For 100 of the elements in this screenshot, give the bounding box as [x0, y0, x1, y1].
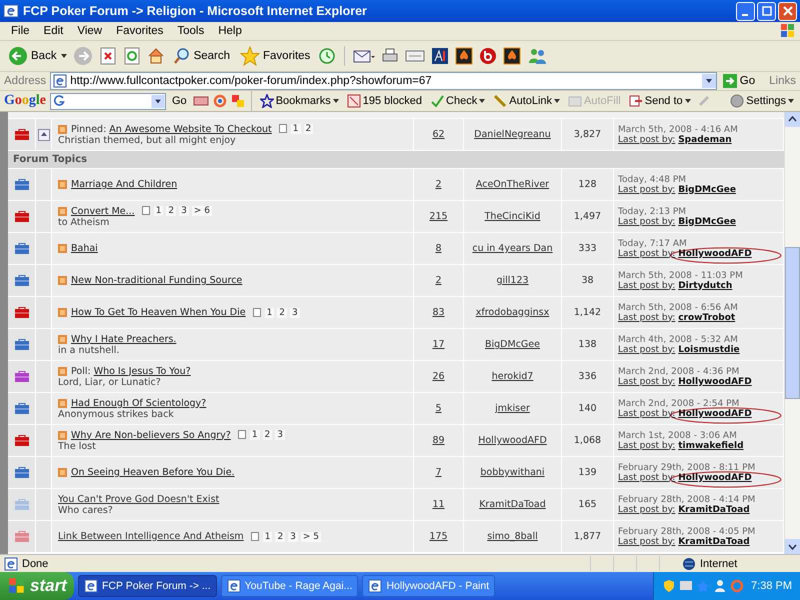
last-poster-link[interactable]: Spademan: [678, 134, 732, 144]
last-poster-link[interactable]: timwakefield: [678, 440, 744, 450]
page-link[interactable]: 1: [264, 308, 274, 318]
send-to-button[interactable]: Send to: [626, 94, 693, 108]
thread-title-link[interactable]: Who Is Jesus To You?: [94, 366, 191, 376]
page-link[interactable]: 3: [179, 206, 189, 216]
page-link[interactable]: 1: [262, 532, 272, 542]
favorites-button[interactable]: Favorites: [238, 46, 312, 66]
settings-button[interactable]: Settings: [728, 94, 796, 108]
page-link[interactable]: 3: [290, 308, 300, 318]
round-app-icon[interactable]: [479, 47, 498, 65]
autolink-button[interactable]: AutoLink: [491, 94, 562, 108]
page-link[interactable]: 3: [275, 430, 286, 440]
caret-icon[interactable]: [60, 54, 67, 58]
thread-title-link[interactable]: Convert Me...: [71, 206, 135, 216]
dropdown-icon[interactable]: [702, 74, 716, 88]
replies-count-link[interactable]: 7: [435, 467, 442, 478]
minimize-button[interactable]: [736, 2, 755, 20]
author-link[interactable]: simo_8ball: [487, 531, 538, 542]
thread-title-link[interactable]: Had Enough Of Scientology?: [71, 398, 206, 408]
author-link[interactable]: BigDMcGee: [485, 339, 540, 350]
replies-count-link[interactable]: 2: [435, 179, 442, 190]
last-poster-link[interactable]: HollywoodAFD: [678, 376, 752, 386]
new-post-icon[interactable]: [58, 124, 67, 134]
google-search-field[interactable]: [50, 92, 166, 110]
pagerank-icon[interactable]: [192, 94, 209, 108]
author-link[interactable]: herokid7: [492, 371, 534, 382]
go-button[interactable]: Go: [720, 74, 758, 88]
page-link[interactable]: 1: [154, 206, 164, 216]
menu-item[interactable]: Help: [211, 25, 249, 37]
last-poster-link[interactable]: KramitDaToad: [678, 536, 750, 546]
page-link[interactable]: 3: [288, 532, 298, 542]
replies-count-link[interactable]: 8: [435, 243, 442, 254]
author-link[interactable]: gill123: [496, 275, 529, 286]
replies-count-link[interactable]: 215: [429, 211, 448, 222]
scroll-up-icon[interactable]: [785, 112, 800, 127]
last-post-label-link[interactable]: Last post by:: [618, 248, 676, 258]
last-post-label-link[interactable]: Last post by:: [618, 504, 676, 514]
last-post-label-link[interactable]: Last post by:: [618, 376, 676, 386]
last-post-label-link[interactable]: Last post by:: [618, 408, 676, 418]
last-post-label-link[interactable]: Last post by:: [618, 536, 676, 546]
thread-title-link[interactable]: Why Are Non-believers So Angry?: [71, 430, 231, 440]
last-post-label-link[interactable]: Last post by:: [618, 312, 676, 322]
menu-item[interactable]: Favorites: [109, 25, 170, 37]
spade-app-icon[interactable]: [455, 47, 474, 65]
square-app-icon[interactable]: [431, 47, 450, 65]
messenger-icon[interactable]: [527, 47, 548, 65]
last-post-label-link[interactable]: Last post by:: [618, 472, 676, 482]
menu-item[interactable]: Tools: [170, 25, 212, 37]
thread-title-link[interactable]: An Awesome Website To Checkout: [109, 124, 272, 134]
last-poster-link[interactable]: KramitDaToad: [678, 504, 750, 514]
replies-count-link[interactable]: 17: [432, 339, 445, 350]
shield-icon[interactable]: [662, 579, 676, 593]
page-link[interactable]: 1: [250, 430, 260, 440]
replies-count-link[interactable]: 83: [432, 307, 445, 318]
popup-blocker-button[interactable]: 195 blocked: [344, 94, 424, 108]
new-post-icon[interactable]: [58, 206, 67, 216]
new-post-icon[interactable]: [58, 334, 67, 344]
page-link[interactable]: 2: [166, 206, 176, 216]
blocks-icon[interactable]: [230, 94, 245, 108]
page-link[interactable]: 2: [262, 430, 272, 440]
last-poster-link[interactable]: Dirtydutch: [678, 280, 732, 290]
maximize-button[interactable]: [757, 2, 776, 20]
page-link[interactable]: > 5: [300, 532, 322, 542]
replies-count-link[interactable]: 89: [432, 435, 445, 446]
page-link[interactable]: 2: [277, 308, 288, 318]
close-button[interactable]: [778, 2, 797, 20]
last-post-label-link[interactable]: Last post by:: [618, 216, 676, 226]
last-post-label-link[interactable]: Last post by:: [618, 440, 676, 450]
thread-title-link[interactable]: New Non-traditional Funding Source: [71, 275, 242, 286]
thread-title-link[interactable]: Bahai: [71, 243, 98, 254]
thread-title-link[interactable]: How To Get To Heaven When You Die: [71, 307, 246, 318]
swirl-icon[interactable]: [212, 94, 227, 108]
dropdown-icon[interactable]: [151, 94, 165, 108]
star-icon[interactable]: [696, 579, 710, 593]
last-post-label-link[interactable]: Last post by:: [618, 280, 676, 290]
replies-count-link[interactable]: 2: [435, 275, 442, 286]
scroll-down-icon[interactable]: [785, 539, 800, 554]
taskbar-button[interactable]: YouTube - Rage Agai...: [220, 575, 358, 597]
last-poster-link[interactable]: Loismustdie: [678, 344, 740, 354]
taskbar-button[interactable]: FCP Poker Forum -> ...: [78, 575, 217, 597]
user-icon[interactable]: [713, 579, 728, 593]
last-poster-link[interactable]: BigDMcGee: [678, 184, 736, 194]
refresh-icon[interactable]: [122, 47, 141, 65]
monitor-icon[interactable]: [679, 579, 694, 593]
new-post-icon[interactable]: [58, 366, 67, 376]
thread-title-link[interactable]: Why I Hate Preachers.: [71, 334, 176, 344]
new-post-icon[interactable]: [58, 430, 67, 440]
home-icon[interactable]: [146, 47, 165, 65]
spade-app-icon[interactable]: [503, 47, 522, 65]
menu-item[interactable]: File: [4, 25, 37, 37]
stop-icon[interactable]: [98, 47, 117, 65]
replies-count-link[interactable]: 175: [429, 531, 448, 542]
google-go-button[interactable]: Go: [170, 95, 189, 107]
replies-count-link[interactable]: 26: [432, 371, 445, 382]
address-field[interactable]: http://www.fullcontactpoker.com/poker-forum/index.php?showforum=67: [50, 72, 717, 90]
thread-title-link[interactable]: You Can't Prove God Doesn't Exist: [58, 494, 220, 504]
vertical-scrollbar[interactable]: [784, 112, 800, 554]
last-poster-link[interactable]: crowTrobot: [678, 312, 736, 322]
replies-count-link[interactable]: 5: [435, 403, 442, 414]
